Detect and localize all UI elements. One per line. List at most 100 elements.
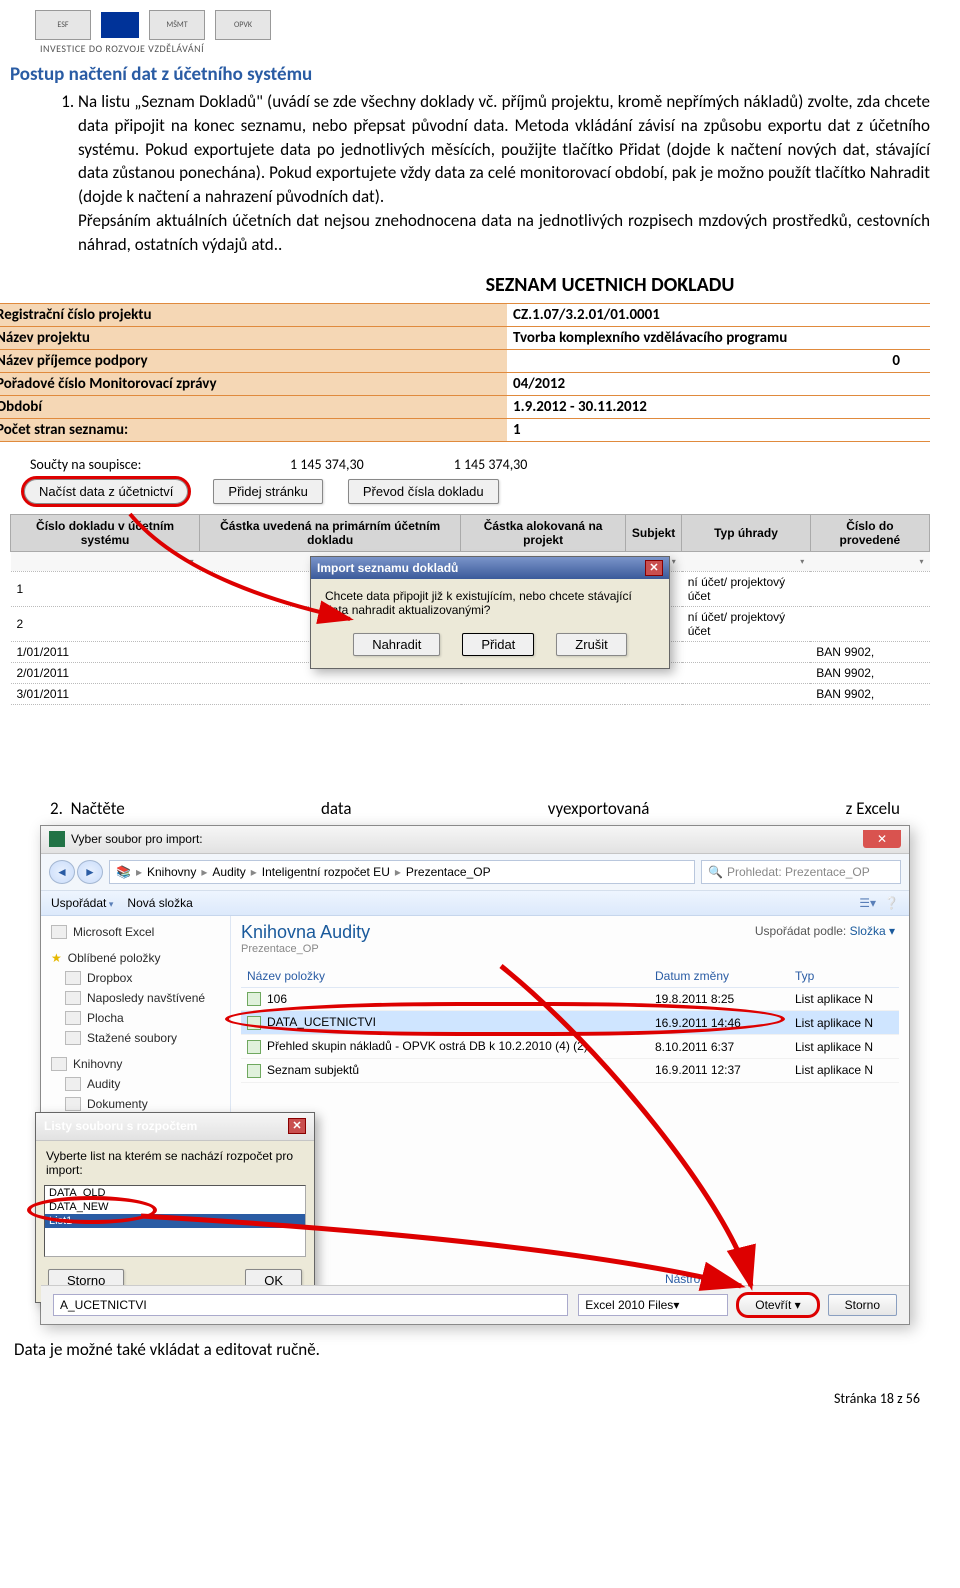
file-picker-title: Vyber soubor pro import: — [71, 832, 859, 846]
help-icon[interactable]: ❔ — [884, 896, 899, 910]
view-mode-icon[interactable]: ☰▾ — [859, 896, 876, 910]
sheet-list-item[interactable]: List1 — [45, 1214, 305, 1228]
window-close-icon[interactable]: ✕ — [863, 830, 901, 848]
sidebar-item[interactable]: Plocha — [63, 1008, 222, 1028]
logo-strip: ESF MŠMT OPVK — [10, 10, 930, 40]
grid-filter-cell[interactable] — [682, 551, 810, 571]
seznam-value: 1.9.2012 - 30.11.2012 — [507, 395, 930, 418]
sheet-list-item[interactable]: DATA_OLD — [45, 1186, 305, 1200]
nav-forward-icon[interactable]: ► — [77, 860, 103, 884]
breadcrumb-segment[interactable]: Prezentace_OP — [406, 865, 491, 879]
file-picker-window: Vyber soubor pro import: ✕ ◄ ► 📚 ▸Knihov… — [40, 825, 910, 1325]
sidebar-favorites[interactable]: ★Oblíbené položky — [49, 948, 222, 968]
totals-row: Součty na soupisce: 1 145 374,30 1 145 3… — [30, 456, 930, 473]
file-icon — [247, 992, 261, 1006]
folder-icon — [65, 1031, 81, 1045]
breadcrumb-segment[interactable]: Audity — [212, 865, 245, 879]
filetype-select[interactable]: Excel 2010 Files ▾ — [578, 1294, 728, 1316]
filename-input[interactable]: A_UCETNICTVI — [53, 1294, 568, 1316]
library-icon — [51, 1057, 67, 1071]
convert-number-button[interactable]: Převod čísla dokladu — [348, 479, 499, 504]
sheet-dialog-prompt: Vyberte list na kterém se nachází rozpoč… — [36, 1141, 314, 1177]
seznam-value: Tvorba komplexního vzdělávacího programu — [507, 326, 930, 349]
sidebar-excel[interactable]: Microsoft Excel — [49, 922, 222, 942]
file-list-pane: Knihovna Audity Prezentace_OP Uspořádat … — [231, 916, 909, 1256]
import-dialog: Import seznamu dokladů ✕ Chcete data při… — [310, 556, 670, 669]
search-icon: 🔍 — [708, 865, 723, 879]
col-name[interactable]: Název položky — [241, 965, 649, 988]
sidebar-item[interactable]: Audity — [63, 1074, 222, 1094]
file-icon — [247, 1040, 261, 1054]
grid-header[interactable]: Částka alokovaná na projekt — [461, 514, 626, 551]
file-icon — [247, 1016, 261, 1030]
tools-menu[interactable]: Nástroje ▾ — [665, 1272, 719, 1286]
file-row[interactable]: Seznam subjektů16.9.2011 12:37List aplik… — [241, 1059, 899, 1083]
seznam-label: Počet stran seznamu: — [0, 418, 507, 441]
invest-caption: INVESTICE DO ROZVOJE VZDĚLÁVÁNÍ — [40, 42, 930, 55]
add-page-button[interactable]: Přidej stránku — [213, 479, 322, 504]
import-add-button[interactable]: Přidat — [462, 633, 534, 656]
file-row[interactable]: Přehled skupin nákladů - OPVK ostrá DB k… — [241, 1035, 899, 1059]
opvk-logo: OPVK — [215, 10, 271, 40]
sidebar-item[interactable]: Stažené soubory — [63, 1028, 222, 1048]
page-number: Stránka 18 z 56 — [10, 1390, 930, 1407]
grid-filter-cell[interactable] — [11, 551, 200, 571]
organize-menu[interactable]: Uspořádat — [51, 896, 113, 910]
doc-heading: Postup načtení dat z účetního systému — [10, 63, 930, 86]
footer-note: Data je možné také vkládat a editovat ru… — [14, 1339, 930, 1360]
breadcrumb[interactable]: 📚 ▸Knihovny▸Audity▸Inteligentní rozpočet… — [109, 860, 695, 884]
folder-icon — [65, 1011, 81, 1025]
excel-icon — [49, 831, 65, 847]
seznam-label: Název příjemce podpory — [0, 349, 507, 372]
file-row[interactable]: DATA_UCETNICTVI16.9.2011 14:46List aplik… — [241, 1011, 899, 1035]
col-date[interactable]: Datum změny — [649, 965, 789, 988]
cancel-button[interactable]: Storno — [828, 1294, 897, 1316]
import-dialog-message: Chcete data připojit již k existujícím, … — [311, 579, 669, 627]
import-replace-button[interactable]: Nahradit — [353, 633, 440, 656]
folder-icon — [65, 971, 81, 985]
seznam-value: CZ.1.07/3.2.01/01.0001 — [507, 303, 930, 326]
grid-header[interactable]: Číslo dokladu v účetním systému — [11, 514, 200, 551]
seznam-value: 04/2012 — [507, 372, 930, 395]
seznam-label: Období — [0, 395, 507, 418]
seznam-table: Registrační číslo projektuCZ.1.07/3.2.01… — [0, 303, 930, 442]
sheet-dialog-close-icon[interactable]: ✕ — [288, 1118, 306, 1134]
sidebar-libraries[interactable]: Knihovny — [49, 1054, 222, 1074]
seznam-value: 0 — [507, 349, 930, 372]
grid-header[interactable]: Subjekt — [625, 514, 681, 551]
grid-header[interactable]: Číslo do provedené — [810, 514, 929, 551]
totals-label: Součty na soupisce: — [30, 456, 200, 473]
step-2-line: 2. Načtěte data vyexportovaná z Excelu — [50, 798, 900, 819]
sort-by[interactable]: Uspořádat podle: Složka ▾ — [755, 924, 895, 938]
search-input[interactable]: 🔍 Prohledat: Prezentace_OP — [701, 860, 901, 884]
import-dialog-close-icon[interactable]: ✕ — [645, 560, 663, 576]
seznam-block: SEZNAM UCETNICH DOKLADU Registrační čísl… — [0, 267, 930, 442]
breadcrumb-segment[interactable]: Inteligentní rozpočet EU — [262, 865, 390, 879]
open-button[interactable]: Otevřít ▾ — [738, 1294, 817, 1316]
star-icon: ★ — [51, 951, 62, 965]
sidebar-item[interactable]: Naposledy navštívené — [63, 988, 222, 1008]
col-type[interactable]: Typ — [789, 965, 899, 988]
grid-filter-cell[interactable] — [810, 551, 929, 571]
seznam-label: Název projektu — [0, 326, 507, 349]
nav-back-icon[interactable]: ◄ — [49, 860, 75, 884]
seznam-title: SEZNAM UCETNICH DOKLADU — [290, 267, 930, 303]
load-accounting-button[interactable]: Načíst data z účetnictví — [24, 479, 188, 504]
grid-header[interactable]: Typ úhrady — [682, 514, 810, 551]
folder-icon — [65, 1077, 81, 1091]
sidebar-item[interactable]: Dokumenty — [63, 1094, 222, 1114]
sidebar-item[interactable]: Dropbox — [63, 968, 222, 988]
button-row: Načíst data z účetnictví Přidej stránku … — [24, 479, 930, 504]
import-cancel-button[interactable]: Zrušit — [556, 633, 627, 656]
breadcrumb-segment[interactable]: Knihovny — [147, 865, 196, 879]
grid-header[interactable]: Částka uvedená na primárním účetním dokl… — [200, 514, 461, 551]
seznam-label: Pořadové číslo Monitorovací zprávy — [0, 372, 507, 395]
sheet-listbox[interactable]: DATA_OLDDATA_NEWList1 — [44, 1185, 306, 1257]
excel-screenshot-area: Součty na soupisce: 1 145 374,30 1 145 3… — [10, 456, 930, 786]
totals-value-2: 1 145 374,30 — [454, 456, 528, 473]
file-row[interactable]: 10619.8.2011 8:25List aplikace N — [241, 987, 899, 1011]
file-icon — [247, 1064, 261, 1078]
new-folder-button[interactable]: Nová složka — [127, 896, 192, 910]
grid-row[interactable]: 3/01/2011BAN 9902, — [11, 683, 930, 704]
sheet-list-item[interactable]: DATA_NEW — [45, 1200, 305, 1214]
